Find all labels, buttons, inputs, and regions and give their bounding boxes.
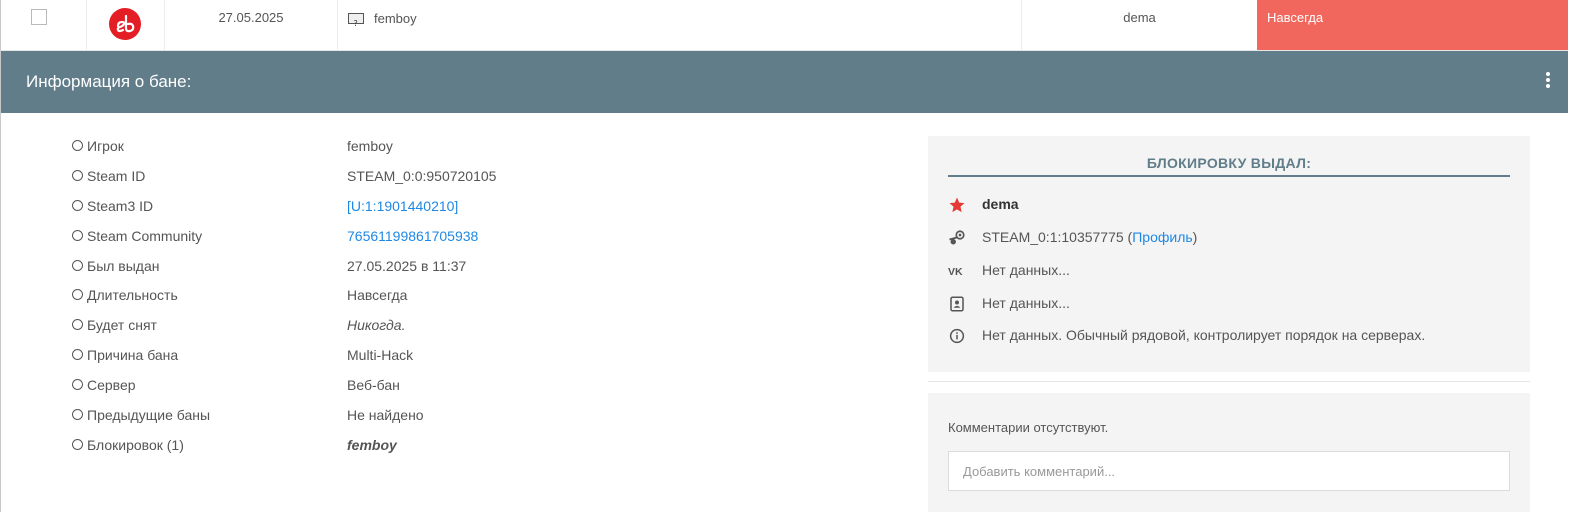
- star-icon: [948, 196, 966, 214]
- steam-icon: [948, 229, 966, 247]
- ban-date: 27.05.2025: [165, 0, 338, 50]
- ban-details-list: Игрок femboy Steam ID STEAM_0:0:95072010…: [72, 136, 672, 465]
- circle-bullet-icon: [72, 169, 83, 181]
- circle-bullet-icon: [72, 409, 83, 421]
- detail-label: Был выдан: [72, 258, 160, 274]
- circle-bullet-icon: [72, 229, 83, 241]
- detail-value: STEAM_0:0:950720105: [347, 167, 497, 184]
- detail-value: femboy: [347, 436, 397, 453]
- svg-text:VK: VK: [948, 266, 963, 278]
- steam3-id-link[interactable]: [U:1:1901440210]: [347, 198, 458, 214]
- sourcebans-logo-icon: [109, 8, 141, 40]
- admin-about-row: Нет данных. Обычный рядовой, контролируе…: [948, 326, 1508, 346]
- admin-steam-id-line: STEAM_0:1:10357775 (Профиль): [982, 229, 1198, 245]
- detail-row-server: Сервер Веб-бан: [72, 375, 672, 405]
- player-cell: ? femboy: [338, 0, 1022, 50]
- comment-input[interactable]: [948, 451, 1510, 491]
- detail-row-issued: Был выдан 27.05.2025 в 11:37: [72, 256, 672, 286]
- detail-row-player: Игрок femboy: [72, 136, 672, 166]
- detail-row-previous-bans: Предыдущие баны Не найдено: [72, 405, 672, 435]
- banned-by-panel: БЛОКИРОВКУ ВЫДАЛ: dema STEAM_0:1:1035777…: [928, 136, 1530, 372]
- detail-value: Multi-Hack: [347, 347, 414, 364]
- page-title: Информация о бане:: [26, 72, 192, 91]
- row-checkbox[interactable]: [31, 9, 47, 25]
- detail-row-steam-community: Steam Community 76561199861705938: [72, 226, 672, 256]
- circle-bullet-icon: [72, 379, 83, 391]
- detail-label: Steam3 ID: [72, 198, 153, 214]
- unknown-flag-icon: ?: [348, 13, 364, 28]
- circle-bullet-icon: [72, 349, 83, 361]
- admin-about: Нет данных. Обычный рядовой, контролируе…: [982, 327, 1426, 343]
- circle-bullet-icon: [72, 289, 83, 301]
- detail-label: Steam Community: [72, 228, 202, 244]
- detail-row-steam-id: Steam ID STEAM_0:0:950720105: [72, 166, 672, 196]
- circle-bullet-icon: [72, 259, 83, 271]
- ban-info-header: Информация о бане:: [1, 51, 1568, 113]
- detail-label: Будет снят: [72, 317, 157, 333]
- steam-community-link[interactable]: 76561199861705938: [347, 228, 478, 244]
- detail-row-duration: Длительность Навсегда: [72, 285, 672, 315]
- admin-steam-id: STEAM_0:1:10357775: [982, 229, 1124, 245]
- circle-bullet-icon: [72, 438, 83, 450]
- circle-bullet-icon: [72, 319, 83, 331]
- panel-title: БЛОКИРОВКУ ВЫДАЛ:: [1146, 155, 1312, 171]
- divider: [928, 381, 1530, 382]
- detail-value: Никогда.: [347, 317, 406, 334]
- detail-row-blocks: Блокировок (1) femboy: [72, 435, 672, 465]
- detail-label: Сервер: [72, 377, 136, 393]
- circle-bullet-icon: [72, 140, 83, 151]
- admin-name: dema: [1022, 0, 1258, 50]
- detail-label: Блокировок (1): [72, 437, 184, 453]
- profile-link[interactable]: Профиль: [1132, 229, 1192, 245]
- detail-label: Steam ID: [72, 168, 145, 184]
- player-name: femboy: [374, 11, 417, 26]
- select-cell: [1, 0, 87, 50]
- detail-value: Навсегда: [347, 287, 408, 304]
- detail-row-expires: Будет снят Никогда.: [72, 315, 672, 345]
- admin-steam-row: STEAM_0:1:10357775 (Профиль): [948, 228, 1508, 248]
- detail-value: Веб-бан: [347, 377, 400, 394]
- admin-vk: Нет данных...: [982, 262, 1070, 278]
- detail-value: 27.05.2025 в 11:37: [347, 257, 467, 274]
- admin-name-row: dema: [948, 195, 1508, 215]
- mod-cell: [87, 0, 165, 50]
- detail-label: Игрок: [72, 138, 124, 154]
- detail-row-steam3-id: Steam3 ID [U:1:1901440210]: [72, 196, 672, 226]
- admin-name: dema: [982, 196, 1019, 212]
- detail-label: Длительность: [72, 287, 178, 303]
- admin-contact-row: Нет данных...: [948, 294, 1508, 314]
- vk-icon: VK: [948, 262, 966, 280]
- detail-label: Предыдущие баны: [72, 407, 210, 423]
- admin-vk-row: VK Нет данных...: [948, 261, 1508, 281]
- panel-title-underline: [948, 175, 1510, 177]
- more-vertical-icon[interactable]: [1546, 72, 1550, 90]
- info-icon: [948, 327, 966, 345]
- length-badge: Навсегда: [1257, 0, 1568, 50]
- contact-card-icon: [948, 295, 966, 313]
- admin-contact: Нет данных...: [982, 295, 1070, 311]
- detail-value: femboy: [347, 138, 393, 154]
- circle-bullet-icon: [72, 199, 83, 211]
- detail-value: Не найдено: [347, 407, 424, 424]
- no-comments-text: Комментарии отсутствуют.: [948, 420, 1109, 435]
- comments-panel: Комментарии отсутствуют.: [928, 393, 1530, 512]
- detail-row-reason: Причина бана Multi-Hack: [72, 345, 672, 375]
- ban-table-row[interactable]: 27.05.2025 ? femboy dema Навсегда: [1, 0, 1568, 51]
- svg-text:?: ?: [354, 19, 358, 27]
- detail-label: Причина бана: [72, 347, 178, 363]
